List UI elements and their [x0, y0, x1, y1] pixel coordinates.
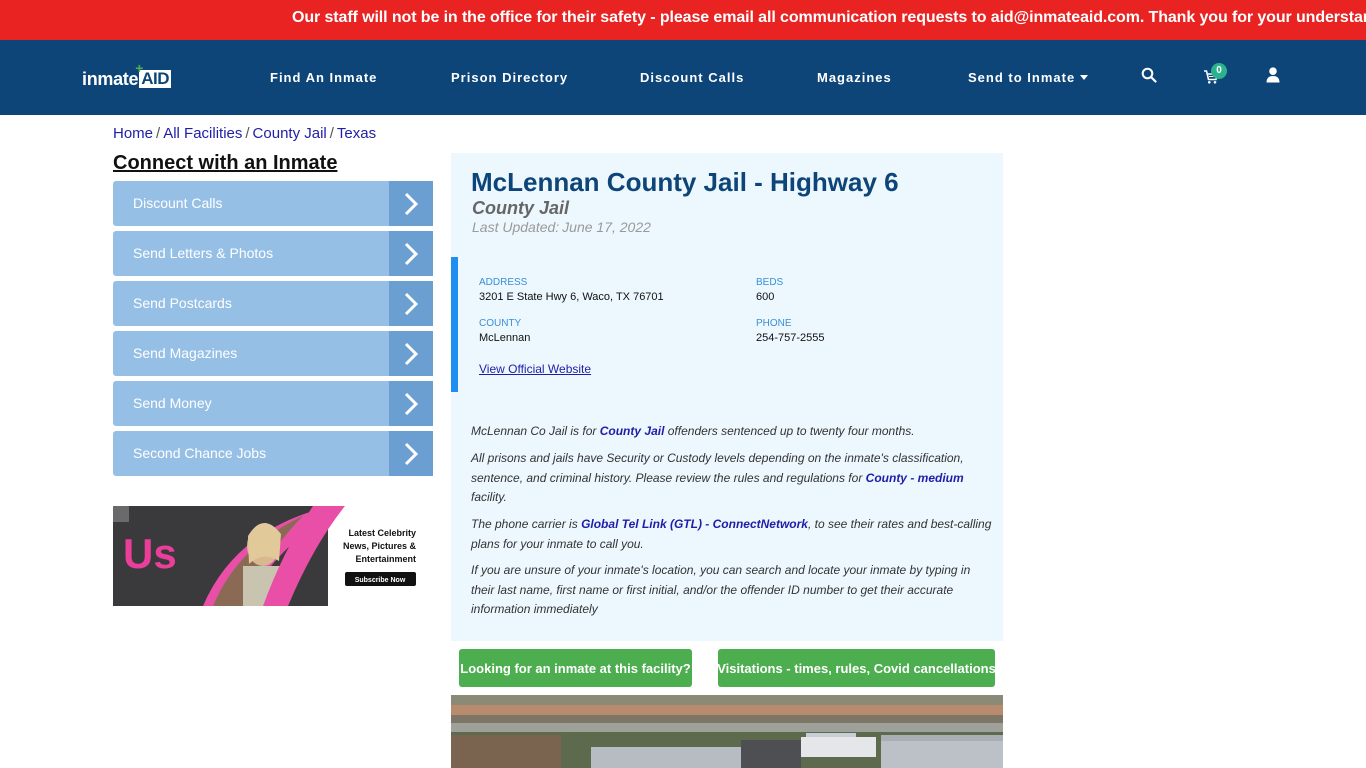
chevron-right-icon: [389, 181, 433, 226]
sidebar-item-second-chance-jobs[interactable]: Second Chance Jobs: [113, 431, 433, 476]
nav-magazines[interactable]: Magazines: [817, 70, 892, 85]
sidebar-menu: Discount Calls Send Letters & Photos Sen…: [113, 181, 433, 481]
breadcrumb-home[interactable]: Home: [113, 125, 153, 142]
text: offenders sentenced up to twenty four mo…: [664, 424, 915, 438]
svg-text:News, Pictures &: News, Pictures &: [343, 541, 417, 551]
security-level-link[interactable]: County - medium: [866, 471, 964, 485]
sidebar-item-send-postcards[interactable]: Send Postcards: [113, 281, 433, 326]
chevron-right-icon: [389, 331, 433, 376]
official-website-link[interactable]: View Official Website: [479, 362, 591, 376]
sidebar-item-label: Send Money: [133, 395, 212, 411]
last-updated: Last Updated: June 17, 2022: [472, 219, 651, 235]
nav-find-an-inmate[interactable]: Find An Inmate: [270, 70, 377, 85]
main-navbar: inmate + AID Find An Inmate Prison Direc…: [0, 40, 1366, 115]
alert-banner: Our staff will not be in the office for …: [0, 0, 1366, 40]
county-value: McLennan: [479, 332, 531, 344]
sidebar-item-label: Second Chance Jobs: [133, 445, 267, 461]
us-weekly-ad-banner[interactable]: Us Latest Celebrity News, Pictures & Ent…: [113, 506, 433, 606]
breadcrumb-separator: /: [245, 125, 250, 142]
beds-value: 600: [756, 291, 775, 303]
site-logo[interactable]: inmate + AID: [82, 61, 171, 90]
text: facility.: [471, 490, 507, 504]
facility-title: McLennan County Jail - Highway 6: [471, 167, 899, 197]
find-inmate-button[interactable]: Looking for an inmate at this facility?: [459, 649, 692, 687]
logo-text-aid: + AID: [135, 61, 171, 88]
sidebar-item-discount-calls[interactable]: Discount Calls: [113, 181, 433, 226]
facility-info-box: Address 3201 E State Hwy 6, Waco, TX 767…: [451, 257, 1003, 392]
sidebar-item-send-money[interactable]: Send Money: [113, 381, 433, 426]
text: McLennan Co Jail is for: [471, 424, 600, 438]
facility-type: County Jail: [472, 198, 570, 218]
sidebar-item-send-magazines[interactable]: Send Magazines: [113, 331, 433, 376]
nav-discount-calls[interactable]: Discount Calls: [640, 70, 744, 85]
chevron-right-icon: [389, 281, 433, 326]
user-icon[interactable]: [1266, 67, 1284, 85]
facility-aerial-photo: [451, 695, 1003, 768]
sidebar-item-label: Send Letters & Photos: [133, 245, 274, 261]
visitation-button[interactable]: Visitations - times, rules, Covid cancel…: [717, 649, 996, 687]
breadcrumb-texas[interactable]: Texas: [337, 125, 376, 142]
county-label: County: [479, 318, 522, 329]
svg-text:Latest Celebrity: Latest Celebrity: [348, 528, 416, 538]
sidebar-item-send-letters-photos[interactable]: Send Letters & Photos: [113, 231, 433, 276]
description-paragraph-4: If you are unsure of your inmate's locat…: [471, 563, 971, 616]
chevron-right-icon: [389, 431, 433, 476]
phone-value: 254-757-2555: [756, 332, 825, 344]
county-jail-link[interactable]: County Jail: [600, 424, 665, 438]
beds-label: Beds: [756, 277, 784, 288]
logo-text-inmate: inmate: [82, 69, 139, 89]
svg-text:Entertainment: Entertainment: [355, 554, 416, 564]
sidebar-item-label: Send Magazines: [133, 345, 238, 361]
phone-carrier-link[interactable]: Global Tel Link (GTL) - ConnectNetwork: [581, 517, 808, 531]
search-icon[interactable]: [1141, 67, 1159, 85]
cart-count-badge: 0: [1211, 63, 1227, 79]
breadcrumb-separator: /: [329, 125, 334, 142]
sidebar-title[interactable]: Connect with an Inmate: [113, 152, 337, 175]
nav-prison-directory[interactable]: Prison Directory: [451, 70, 568, 85]
logo-aid-label: AID: [141, 69, 169, 88]
nav-send-to-inmate[interactable]: Send to Inmate: [968, 70, 1089, 85]
breadcrumb-county-jail[interactable]: County Jail: [253, 125, 327, 142]
text: The phone carrier is: [471, 517, 582, 531]
sidebar-item-label: Discount Calls: [133, 195, 223, 211]
ad-artwork: Us Latest Celebrity News, Pictures & Ent…: [113, 506, 417, 606]
ad-brand-logo: Us: [123, 530, 177, 577]
alert-text: Our staff will not be in the office for …: [292, 9, 1366, 26]
breadcrumb-all-facilities[interactable]: All Facilities: [163, 125, 242, 142]
facility-card: McLennan County Jail - Highway 6 County …: [451, 153, 1003, 641]
chevron-right-icon: [389, 231, 433, 276]
logo-plus-icon: +: [135, 60, 143, 76]
description-paragraph-1: McLennan Co Jail is for County Jail offe…: [471, 422, 996, 442]
breadcrumb: Home / All Facilities / County Jail / Texas: [113, 125, 376, 142]
description-paragraph-3: The phone carrier is Global Tel Link (GT…: [471, 515, 996, 554]
phone-label: Phone: [756, 318, 792, 329]
last-updated-date: June 17, 2022: [562, 219, 651, 235]
chevron-right-icon: [389, 381, 433, 426]
caret-down-icon: [1080, 75, 1089, 80]
description-paragraph-2: All prisons and jails have Security or C…: [471, 449, 996, 508]
address-label: Address: [479, 277, 528, 288]
svg-text:Subscribe Now: Subscribe Now: [355, 577, 406, 584]
breadcrumb-separator: /: [156, 125, 161, 142]
nav-send-to-inmate-label: Send to Inmate: [968, 70, 1076, 85]
address-value: 3201 E State Hwy 6, Waco, TX 76701: [479, 291, 664, 303]
sidebar-item-label: Send Postcards: [133, 295, 232, 311]
last-updated-label: Last Updated:: [472, 219, 560, 235]
